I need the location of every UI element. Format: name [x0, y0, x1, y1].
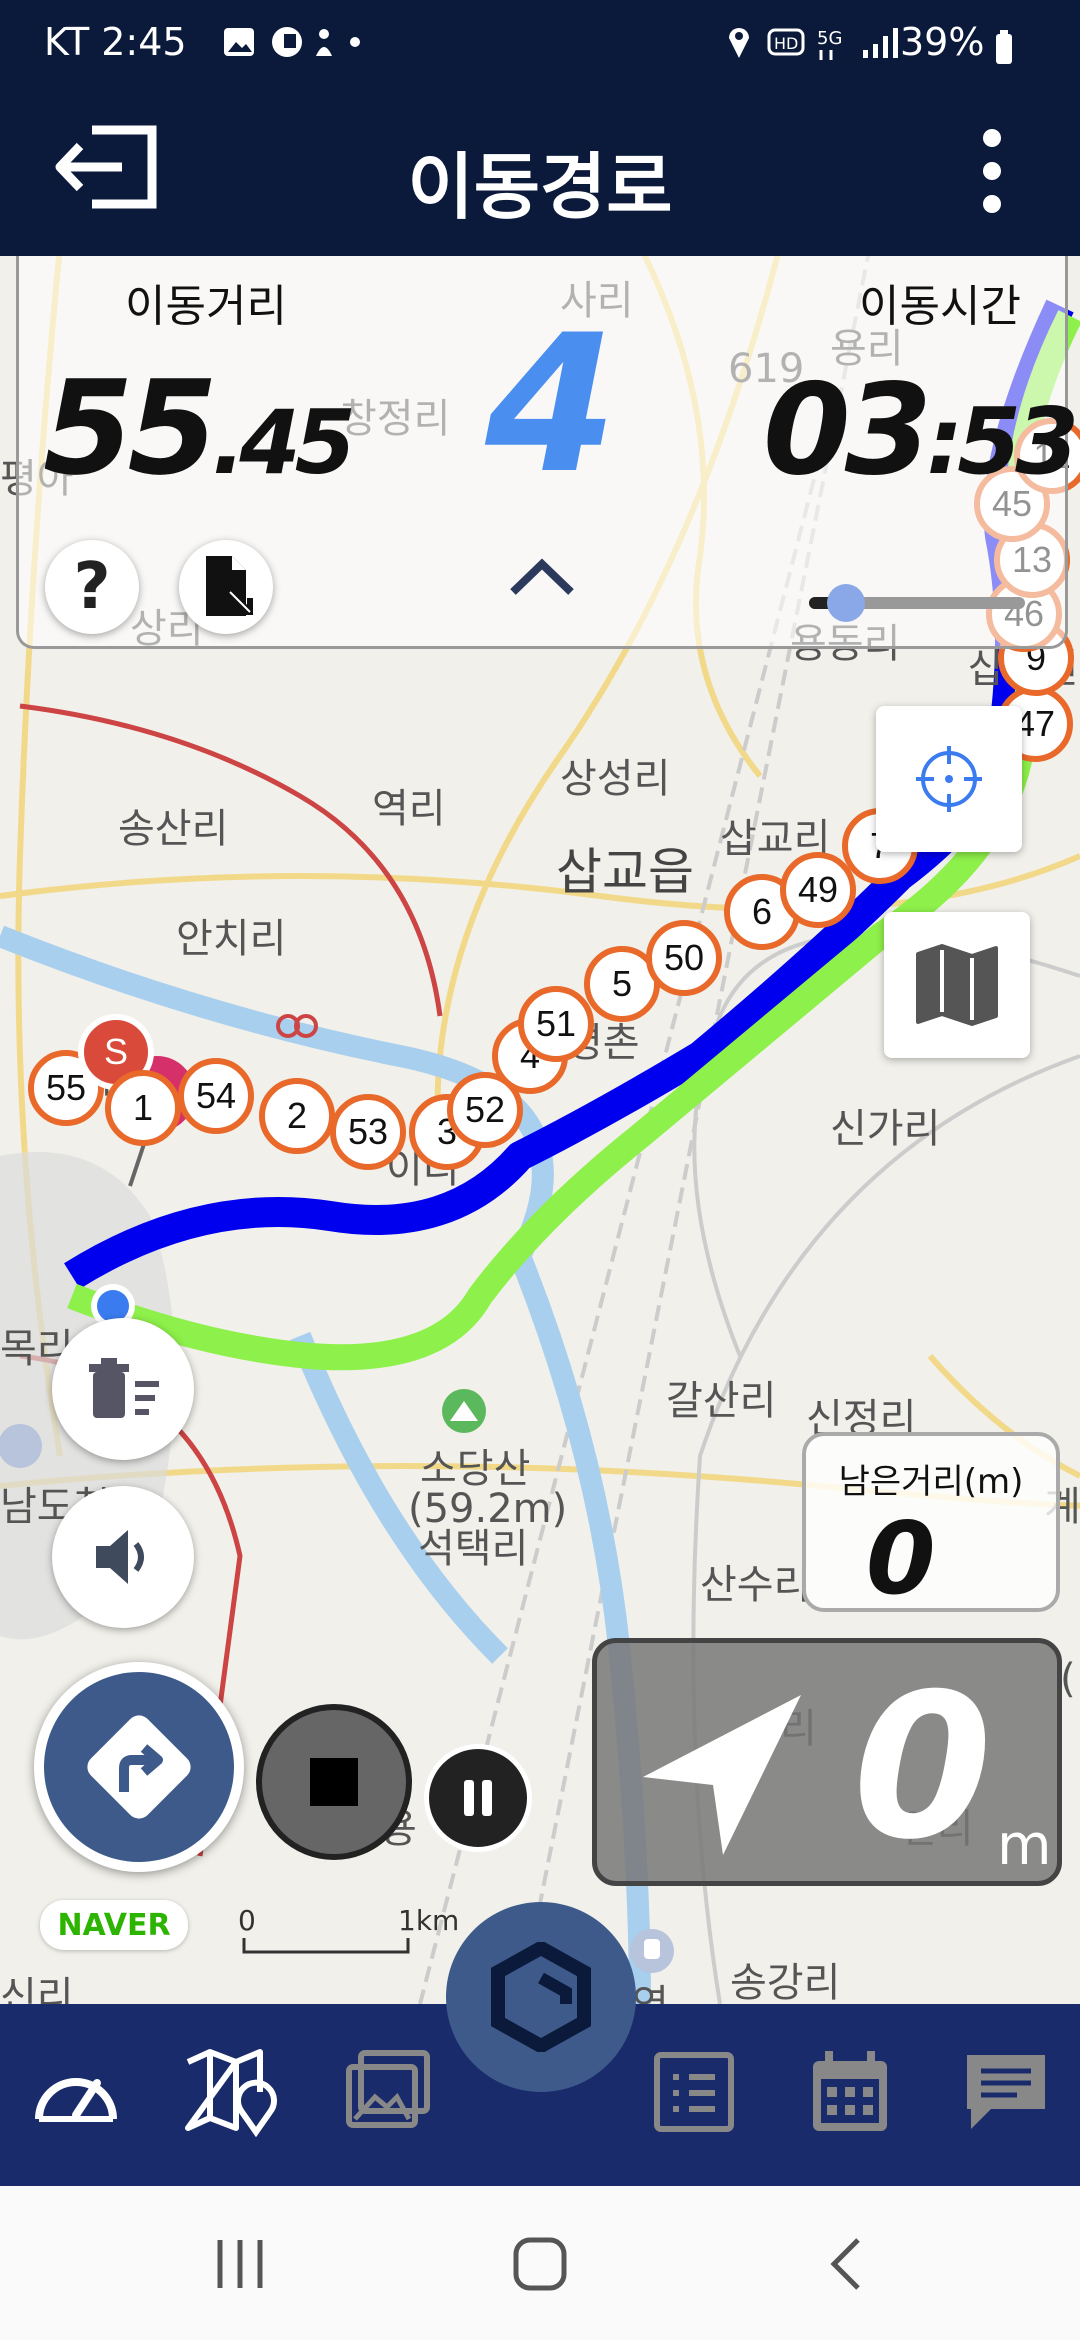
speaker-icon	[96, 1530, 144, 1584]
turn-unit: m	[997, 1813, 1052, 1878]
remaining-label: 남은거리(m)	[838, 1462, 1024, 1502]
turn-instruction-panel: 0 m	[592, 1638, 1062, 1886]
direction-arrow-icon	[643, 1695, 801, 1855]
help-button[interactable]: ?	[45, 540, 139, 634]
chat-icon[interactable]	[956, 2042, 1056, 2142]
page-title: 이동경로	[407, 145, 673, 229]
center-count: 4	[485, 294, 618, 515]
calendar-icon[interactable]	[800, 2042, 900, 2142]
place-label: 삽교읍	[556, 843, 694, 901]
place-label: (1	[1060, 1656, 1080, 1702]
place-label: 신가리	[830, 1106, 941, 1152]
route-marker[interactable]: 53	[330, 1094, 406, 1170]
file-export-icon	[206, 556, 253, 616]
list-icon[interactable]	[644, 2042, 744, 2142]
scale-zero: 0	[238, 1904, 256, 1937]
remaining-distance-box: 남은거리(m) 0	[802, 1432, 1060, 1617]
map-pin-icon[interactable]	[180, 2042, 280, 2142]
app-logo-button[interactable]	[446, 1902, 636, 2092]
place-label: 산수리	[700, 1562, 811, 1608]
route-marker[interactable]: 2	[259, 1078, 335, 1154]
battery-percent: 39%	[900, 20, 985, 64]
route-marker[interactable]: 49	[780, 852, 856, 928]
app-header: 이동경로	[0, 78, 1080, 256]
recent-apps-icon[interactable]	[210, 2236, 270, 2292]
route-marker[interactable]: 50	[646, 920, 722, 996]
export-file-button[interactable]	[179, 540, 273, 634]
route-marker[interactable]: 54	[178, 1058, 254, 1134]
time-value: 03:53	[763, 356, 1079, 503]
stop-button[interactable]	[256, 1704, 412, 1860]
battery-icon	[996, 30, 1012, 64]
pause-icon	[464, 1780, 492, 1816]
place-label: 상성리	[560, 756, 671, 802]
svg-text:5G: 5G	[817, 28, 842, 49]
distance-value: 55.45	[43, 352, 356, 504]
map-type-button[interactable]	[884, 912, 1030, 1058]
turn-distance: 0	[853, 1651, 993, 1884]
gallery-icon[interactable]	[338, 2042, 438, 2142]
place-label: 갈산리	[666, 1378, 777, 1424]
locate-button[interactable]	[876, 706, 1022, 852]
status-time: KT 2:45	[44, 20, 187, 64]
status-bar: KT 2:45 HD 5G 39%	[0, 0, 1080, 78]
stop-icon	[310, 1758, 358, 1806]
time-label: 이동시간	[859, 281, 1021, 332]
svg-text:HD: HD	[774, 34, 798, 53]
sound-button[interactable]	[52, 1486, 194, 1628]
place-label: 석택리	[418, 1526, 529, 1572]
navigation-button[interactable]	[34, 1662, 244, 1872]
expand-up-icon[interactable]	[509, 556, 575, 596]
distance-label: 이동거리	[125, 281, 287, 332]
place-label: 송강리	[730, 1960, 841, 2004]
back-icon[interactable]	[826, 2234, 866, 2294]
info-panel: 이동거리 55.45 4 이동시간 03:53 ?	[16, 256, 1079, 649]
clear-route-button[interactable]	[52, 1318, 194, 1460]
logo-icon	[491, 1942, 591, 2052]
system-nav-bar	[0, 2186, 1080, 2340]
crosshair-icon	[916, 746, 982, 812]
pause-button[interactable]	[424, 1744, 532, 1852]
home-icon[interactable]	[512, 2236, 568, 2292]
notification-icons	[224, 27, 360, 57]
place-label: 역리	[372, 786, 446, 832]
more-vertical-icon[interactable]	[972, 126, 1012, 216]
place-label: 신리	[0, 1974, 74, 2004]
bottom-nav	[0, 1902, 1080, 2186]
naver-logo: NAVER	[40, 1900, 188, 1950]
remaining-value: 0	[866, 1500, 936, 1617]
map-icon	[916, 944, 998, 1026]
trash-list-icon	[89, 1358, 159, 1418]
place-label: 안치리	[176, 916, 287, 962]
speedometer-icon[interactable]	[26, 2042, 126, 2142]
route-marker[interactable]: 51	[518, 986, 594, 1062]
zoom-slider[interactable]	[809, 582, 1025, 622]
route-marker[interactable]: 1	[105, 1070, 181, 1146]
place-label: 송산리	[118, 806, 229, 852]
place-label: 역	[632, 1972, 669, 2004]
scale-km: 1km	[398, 1904, 460, 1937]
slider-knob[interactable]	[827, 584, 866, 622]
turn-right-icon	[87, 1715, 191, 1819]
